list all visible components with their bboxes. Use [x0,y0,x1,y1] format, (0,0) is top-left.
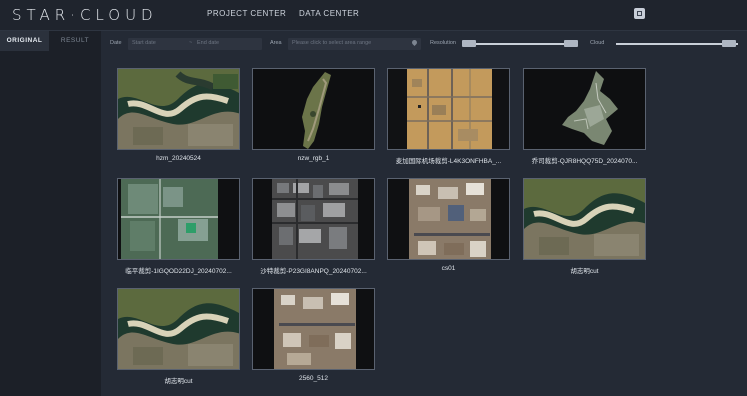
resolution-label: Resolution [430,40,456,46]
tab-original[interactable]: ORIGINAL [0,31,49,51]
nav-data-center[interactable]: DATA CENTER [299,9,359,18]
image-caption: cs01 [441,265,456,272]
cloud-label: Cloud [590,40,605,46]
sidebar: ORIGINAL RESULT [0,31,101,396]
area-select-input[interactable]: Please click to select area range [288,38,421,50]
river-city-thumbnail[interactable] [117,68,240,150]
river-city-thumbnail[interactable] [523,178,646,260]
resolution-slider-max-handle[interactable] [564,40,578,47]
cloud-slider-handle[interactable] [722,40,736,47]
end-date-input[interactable]: End date [197,40,219,46]
dense-city-thumbnail[interactable] [252,178,375,260]
tab-result[interactable]: RESULT [49,31,101,51]
resolution-slider[interactable] [464,43,578,45]
top-header: STAR·CLOUD PROJECT CENTER DATA CENTER [0,0,747,31]
location-pin-icon[interactable] [410,38,419,47]
fullscreen-icon[interactable] [634,8,645,19]
image-caption: hzm_20240524 [156,155,201,162]
image-caption: 沙特裁剪-P23GI8ANPQ_20240702... [260,268,367,275]
date-label: Date [110,40,122,46]
image-caption: 乔司裁剪-QJR8HQQ75D_2024070... [531,158,638,165]
image-caption: 胡志明cut [570,268,599,275]
suburb-thumbnail[interactable] [117,178,240,260]
airport-thumbnail[interactable] [387,68,510,150]
image-caption: 胡志明cut [164,378,193,385]
image-caption: 临平裁剪-1IGQOD22DJ_20240702... [125,268,232,275]
nav-project-center[interactable]: PROJECT CENTER [207,9,286,18]
river-city-thumbnail[interactable] [117,288,240,370]
cloud-slider[interactable] [616,43,738,45]
city-strip-thumbnail[interactable] [387,178,510,260]
date-separator: ~ [189,40,193,46]
urban-shape-thumbnail[interactable] [523,68,646,150]
image-caption: 麦加国际机场裁剪-L4K3ONFHBA_... [395,158,502,165]
city-strip-thumbnail[interactable] [252,288,375,370]
area-label: Area [270,40,282,46]
area-placeholder: Please click to select area range [292,40,372,46]
start-date-input[interactable]: Start date [132,40,156,46]
resolution-slider-min-handle[interactable] [462,40,476,47]
image-caption: 2560_512 [299,375,328,382]
strip-thumbnail[interactable] [252,68,375,150]
app-logo: STAR·CLOUD [12,6,158,24]
date-range-picker[interactable]: Start date ~ End date [128,38,262,50]
image-caption: nzw_rgb_1 [297,155,330,162]
